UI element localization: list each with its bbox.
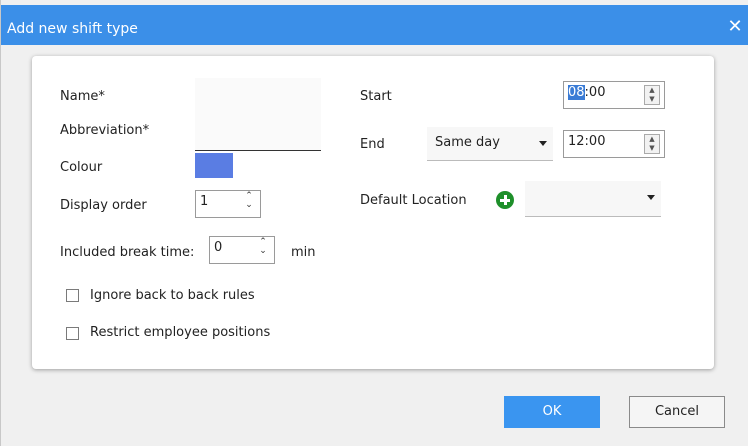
down-arrow-icon[interactable]: ▼	[645, 95, 659, 104]
end-time-value: 12:00	[568, 134, 606, 149]
add-shift-type-dialog: Add new shift type ✕ Name* Abbreviation*…	[0, 0, 748, 446]
break-time-stepper[interactable]: 0 ⌃ ⌄	[209, 236, 275, 264]
start-hour-selected: 08	[568, 85, 585, 100]
break-time-label: Included break time:	[60, 245, 195, 260]
close-icon[interactable]: ✕	[727, 18, 743, 36]
colour-swatch[interactable]	[195, 153, 233, 178]
end-time-input[interactable]: 12:00 ▲ ▼	[563, 130, 665, 158]
time-spin-buttons[interactable]: ▲ ▼	[644, 134, 660, 154]
time-spin-buttons[interactable]: ▲ ▼	[644, 85, 660, 105]
break-time-value: 0	[214, 240, 223, 255]
stepper-arrows-icon[interactable]: ⌃ ⌄	[258, 238, 268, 258]
end-label: End	[360, 137, 385, 152]
end-day-value: Same day	[435, 135, 500, 150]
abbreviation-input[interactable]	[195, 114, 321, 151]
title-bar: Add new shift type ✕	[1, 5, 748, 45]
start-minutes: :00	[584, 85, 606, 100]
abbreviation-label: Abbreviation*	[60, 123, 150, 138]
start-label: Start	[360, 89, 392, 104]
chevron-down-icon	[647, 195, 655, 200]
restrict-positions-label: Restrict employee positions	[90, 325, 271, 340]
colour-label: Colour	[60, 160, 103, 175]
add-location-icon[interactable]	[496, 191, 514, 209]
stepper-arrows-icon[interactable]: ⌃ ⌄	[244, 192, 254, 212]
cancel-button[interactable]: Cancel	[629, 396, 725, 428]
break-unit-label: min	[291, 245, 316, 260]
display-order-label: Display order	[60, 198, 147, 213]
ignore-b2b-checkbox[interactable]	[66, 289, 79, 302]
default-location-label: Default Location	[360, 193, 467, 208]
chevron-down-icon	[539, 141, 547, 146]
ignore-b2b-label: Ignore back to back rules	[90, 288, 255, 303]
up-arrow-icon[interactable]: ▲	[645, 86, 659, 95]
form-panel: Name* Abbreviation* Colour Display order…	[32, 56, 714, 369]
default-location-select[interactable]	[525, 181, 661, 217]
start-time-input[interactable]: 08:00 ▲ ▼	[563, 81, 665, 109]
display-order-stepper[interactable]: 1 ⌃ ⌄	[195, 190, 261, 218]
display-order-value: 1	[200, 194, 209, 209]
up-arrow-icon[interactable]: ▲	[645, 135, 659, 144]
dialog-title: Add new shift type	[7, 21, 138, 37]
end-day-select[interactable]: Same day	[427, 127, 553, 161]
name-label: Name*	[60, 89, 105, 104]
restrict-positions-checkbox[interactable]	[66, 327, 79, 340]
down-arrow-icon[interactable]: ▼	[645, 144, 659, 153]
ok-button[interactable]: OK	[504, 396, 600, 428]
name-input[interactable]	[195, 78, 321, 115]
